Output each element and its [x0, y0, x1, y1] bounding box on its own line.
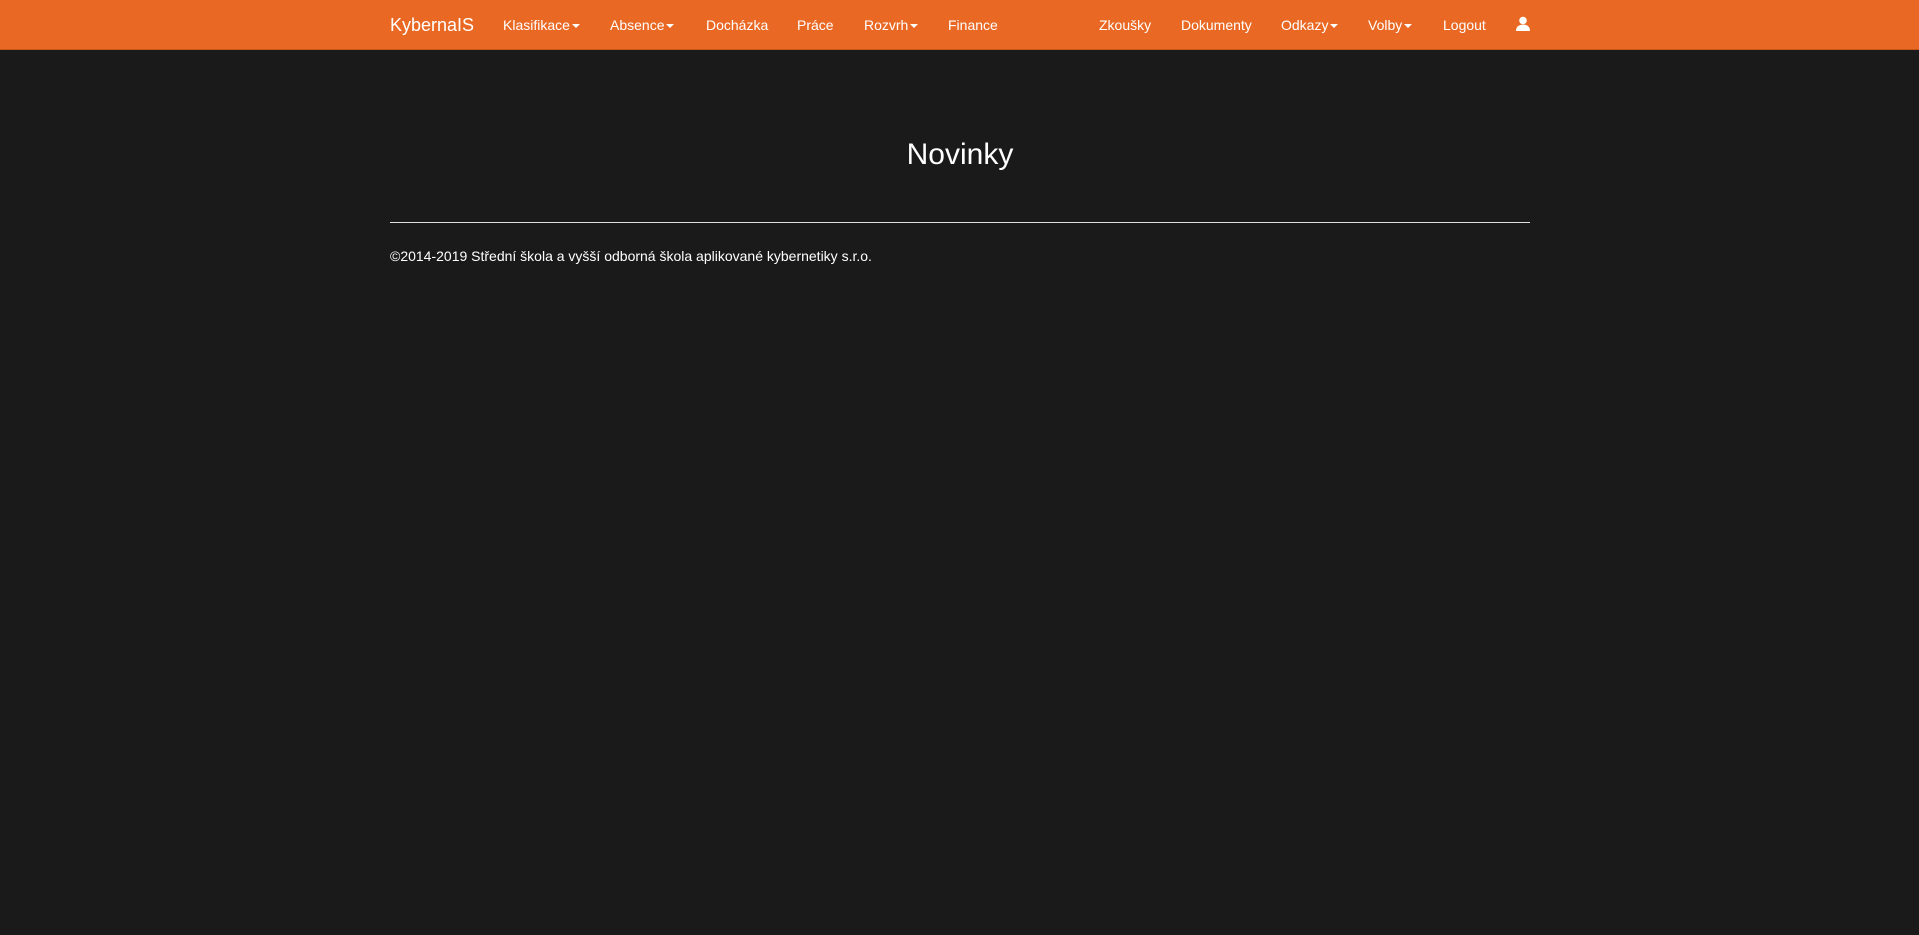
nav-item-label: Finance [948, 17, 998, 33]
nav-item-label: Volby [1368, 17, 1403, 33]
nav-item-label: Rozvrh [864, 17, 909, 33]
caret-down-icon [910, 24, 919, 29]
nav-item-label: Dokumenty [1181, 17, 1252, 33]
nav-item-label: Práce [797, 17, 834, 33]
nav-item-label: Absence [610, 17, 665, 33]
nav-item-dokumenty[interactable]: Dokumenty [1181, 0, 1252, 50]
footer-copyright: ©2014-2019 Střední škola a vyšší odborná… [390, 248, 872, 264]
nav-item-finance[interactable]: Finance [948, 0, 998, 50]
navbar-container: KybernaIS Klasifikace Absence Docházka P… [390, 0, 1530, 50]
caret-down-icon [1330, 24, 1339, 29]
nav-item-label: Odkazy [1281, 17, 1329, 33]
nav-item-rozvrh[interactable]: Rozvrh [864, 0, 919, 50]
nav-item-zkousky[interactable]: Zkoušky [1099, 0, 1151, 50]
user-icon[interactable] [1516, 16, 1530, 32]
nav-item-prace[interactable]: Práce [797, 0, 834, 50]
page-title: Novinky [906, 138, 1014, 171]
top-navbar: KybernaIS Klasifikace Absence Docházka P… [0, 0, 1919, 50]
nav-item-absence[interactable]: Absence [610, 0, 675, 50]
footer-divider [390, 222, 1530, 223]
nav-item-label: Zkoušky [1099, 17, 1152, 33]
nav-item-label: Docházka [706, 17, 769, 33]
caret-down-icon [666, 24, 675, 29]
nav-item-klasifikace[interactable]: Klasifikace [503, 0, 580, 50]
brand-link[interactable]: KybernaIS [390, 0, 474, 50]
nav-item-dochazka[interactable]: Docházka [706, 0, 768, 50]
nav-item-logout[interactable]: Logout [1443, 0, 1486, 50]
nav-item-label: Logout [1443, 17, 1486, 33]
nav-item-odkazy[interactable]: Odkazy [1281, 0, 1339, 50]
caret-down-icon [1404, 24, 1413, 29]
nav-item-volby[interactable]: Volby [1368, 0, 1413, 50]
caret-down-icon [571, 24, 580, 29]
nav-item-label: Klasifikace [503, 17, 570, 33]
